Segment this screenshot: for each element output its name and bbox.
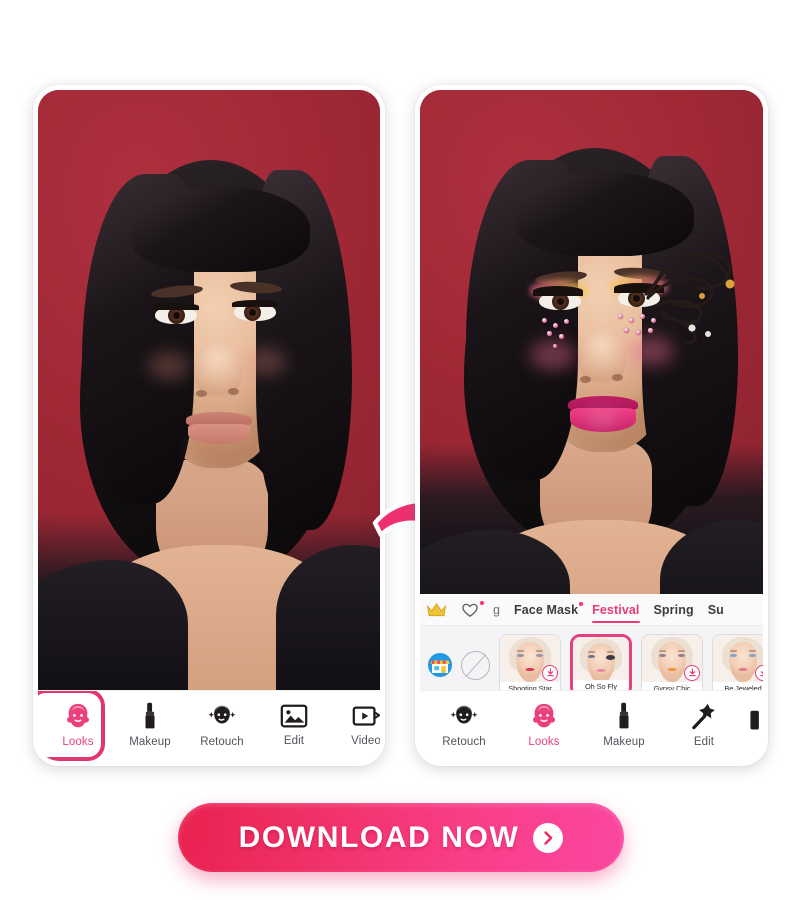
face-gem (553, 323, 558, 328)
category-tab-clipped[interactable]: g (493, 603, 500, 617)
nav-label: Edit (693, 735, 715, 748)
pupil-left (173, 312, 180, 319)
nav-label: Retouch (442, 735, 486, 748)
bottom-nav-before: Looks Makeup Retouch Edit Video (38, 690, 380, 761)
download-icon (546, 668, 554, 677)
partial-icon (750, 710, 759, 729)
nav-item-makeup[interactable]: Makeup (584, 701, 664, 752)
nav-item-edit[interactable]: Edit (258, 702, 330, 751)
blush-left (530, 340, 576, 370)
download-icon (688, 668, 696, 677)
blush-left (148, 352, 190, 380)
blush-right (244, 348, 286, 376)
nav-item-retouch[interactable]: Retouch (424, 701, 504, 752)
nav-item-edit[interactable]: Edit (664, 701, 744, 752)
look-card-selected[interactable]: Oh So Fly (570, 633, 632, 697)
nav-label: Retouch (200, 735, 244, 748)
nostril-left (196, 390, 207, 397)
face-gem (618, 314, 623, 319)
category-tab-spring[interactable]: Spring (654, 603, 694, 617)
category-favorites[interactable] (461, 600, 484, 618)
face-looks-icon (533, 703, 555, 727)
promo-canvas: Looks Makeup Retouch Edit Video g Face M… (0, 0, 800, 900)
face-gem (564, 319, 569, 324)
face-gem (542, 318, 547, 323)
magic-wand-icon (692, 703, 715, 729)
face-gem (624, 328, 629, 333)
nostril-right (228, 388, 239, 395)
heart-icon (462, 603, 478, 617)
lashline-left (153, 303, 199, 310)
lip-lower (188, 424, 250, 444)
original-photo (38, 90, 380, 694)
download-look-button[interactable] (755, 664, 763, 681)
nav-item-looks[interactable]: Looks (38, 691, 114, 761)
phone-mockup-after: g Face Mask Festival Spring Su Shooting … (415, 85, 768, 766)
lipstick-icon (619, 702, 629, 728)
lashline-left (533, 286, 583, 296)
look-thumbnail (573, 636, 629, 685)
clothing-left (38, 560, 188, 694)
chin-shadow (188, 442, 244, 464)
notification-badge (480, 600, 484, 605)
look-card[interactable]: Be Jeweled (712, 633, 763, 697)
chevron-right-circle-icon (533, 822, 564, 853)
portrait-after (420, 90, 763, 594)
retouch-face-icon (208, 704, 236, 723)
look-card[interactable]: Shooting Star (499, 633, 561, 697)
nav-item-makeup[interactable]: Makeup (114, 701, 186, 752)
nav-item-retouch[interactable]: Retouch (186, 701, 258, 752)
face-gem (629, 318, 634, 323)
category-crown[interactable] (426, 602, 447, 618)
nav-label: Makeup (603, 735, 645, 748)
nav-label: Video (351, 734, 380, 747)
nav-item-partial[interactable] (744, 707, 763, 746)
butterfly-wing-art (638, 236, 748, 351)
image-edit-icon (280, 704, 308, 727)
hair-crown (130, 186, 310, 272)
phone-mockup-before: Looks Makeup Retouch Edit Video (33, 85, 385, 766)
portrait-before (38, 90, 380, 694)
blush-right (628, 336, 674, 366)
retouch-face-icon (450, 704, 478, 723)
phone-screen-after: g Face Mask Festival Spring Su Shooting … (420, 90, 763, 761)
pupil-left (557, 298, 564, 305)
nav-label: Looks (62, 735, 94, 748)
notification-badge (579, 601, 584, 606)
nostril-left (580, 376, 591, 383)
nav-label: Looks (528, 735, 560, 748)
category-tab-summer[interactable]: Su (708, 603, 724, 617)
nav-label: Makeup (129, 735, 171, 748)
download-icon (759, 668, 763, 677)
face-gem (559, 334, 564, 339)
nav-label: Edit (283, 734, 305, 747)
face-looks-icon (67, 703, 89, 727)
video-play-icon (352, 705, 380, 726)
edited-photo (420, 90, 763, 594)
download-look-button[interactable] (542, 664, 558, 681)
face-gem (547, 331, 552, 336)
download-now-button[interactable]: DOWNLOAD NOW (178, 803, 624, 872)
look-card[interactable]: Gypsy Chic (641, 633, 703, 697)
nav-item-video[interactable]: Video (330, 702, 380, 751)
nostril-right (612, 374, 623, 381)
nav-item-looks[interactable]: Looks (504, 701, 584, 752)
category-tab-face-mask[interactable]: Face Mask (514, 601, 584, 617)
download-look-button[interactable] (684, 664, 700, 681)
category-label: Face Mask (514, 602, 579, 617)
lip-gloss-highlight (588, 415, 616, 423)
shop-store-icon[interactable] (428, 653, 452, 677)
lipstick-icon (145, 702, 155, 728)
phone-screen-before: Looks Makeup Retouch Edit Video (38, 90, 380, 761)
no-effect-circle-icon[interactable] (461, 650, 490, 680)
category-tab-festival[interactable]: Festival (592, 603, 640, 623)
pupil-right (249, 309, 256, 316)
crown-icon (426, 602, 447, 616)
look-preview-face (580, 637, 622, 685)
looks-category-bar: g Face Mask Festival Spring Su (420, 594, 763, 626)
bottom-nav-after: Retouch Looks Makeup Edit (420, 690, 763, 761)
download-now-label: DOWNLOAD NOW (238, 820, 520, 854)
lashline-right (232, 300, 278, 307)
